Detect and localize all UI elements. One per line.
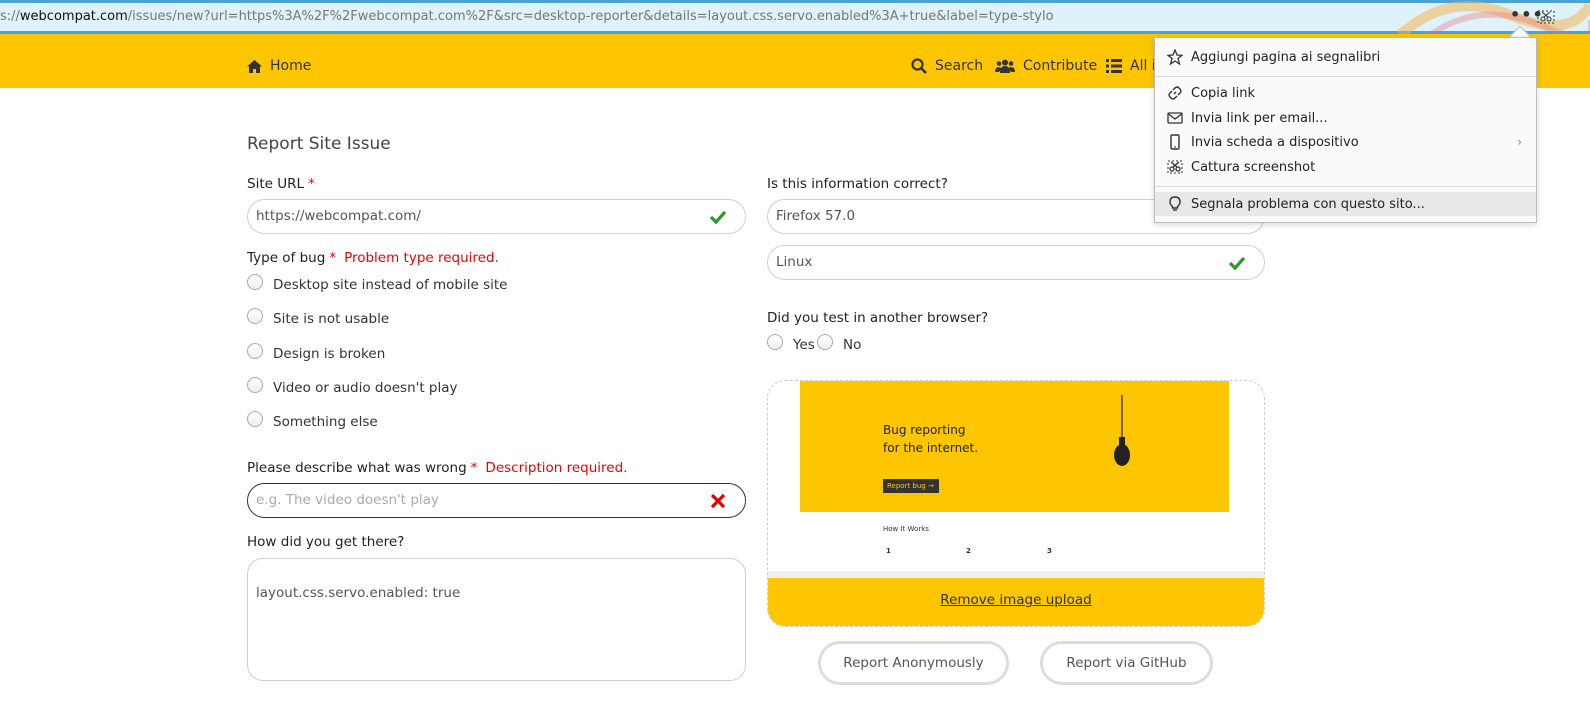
screenshot-hero: Bug reporting for the internet. Report bu… [800, 381, 1229, 512]
nav-home[interactable]: Home [247, 58, 311, 74]
site-url-input[interactable]: https://webcompat.com/ [247, 199, 746, 234]
browser-url-bar[interactable]: s://webcompat.com/issues/new?url=https%3… [0, 0, 1590, 35]
scissors-icon [1167, 160, 1183, 174]
screenshot-step-3: 3 [1047, 547, 1052, 555]
device-icon [1170, 134, 1180, 150]
menu-item-bookmark[interactable]: Aggiungi pagina ai segnalibri [1155, 45, 1536, 69]
screenshot-how-title: How It Works [883, 525, 929, 533]
screenshot-step-1: 1 [886, 547, 891, 555]
info-label: Is this information correct? [767, 176, 948, 192]
nav-issues-label: All i [1130, 58, 1156, 74]
lightbulb-illustration [1114, 395, 1130, 466]
menu-separator [1155, 186, 1536, 187]
link-icon [1168, 86, 1182, 100]
bug-type-option[interactable]: Site is not usable [247, 308, 389, 327]
remove-upload-link[interactable]: Remove image upload [768, 578, 1264, 626]
screenshot-report-button: Report bug → [883, 479, 939, 493]
tested-label: Did you test in another browser? [767, 310, 989, 326]
menu-item-report-site[interactable]: Segnala problema con questo sito... [1155, 192, 1536, 216]
list-icon [1106, 59, 1122, 73]
nav-search[interactable]: Search [911, 58, 983, 74]
bug-type-label: Type of bug * Problem type required. [247, 250, 499, 266]
describe-input[interactable]: e.g. The video doesn't play [247, 483, 746, 518]
radio-button[interactable] [817, 334, 833, 350]
describe-label: Please describe what was wrong * Descripti… [247, 460, 628, 476]
search-icon [911, 58, 927, 74]
menu-item-send-tab[interactable]: Invia scheda a dispositivo › [1155, 130, 1536, 154]
radio-button[interactable] [767, 334, 783, 350]
lightbulb-icon [1169, 196, 1181, 211]
bug-type-option[interactable]: Desktop site instead of mobile site [247, 274, 507, 293]
url-text[interactable]: s://webcompat.com/issues/new?url=https%3… [0, 9, 1054, 24]
star-icon [1167, 49, 1183, 65]
site-url-label: Site URL * [247, 176, 315, 192]
bug-type-option[interactable]: Design is broken [247, 343, 385, 362]
screenshot-icon[interactable] [1537, 10, 1555, 24]
nav-home-label: Home [270, 58, 312, 74]
bug-type-option[interactable]: Something else [247, 411, 378, 430]
chevron-right-icon: › [1517, 135, 1522, 149]
nav-contribute[interactable]: Contribute [995, 58, 1097, 74]
image-upload-preview: Bug reporting for the internet. Report bu… [767, 380, 1265, 627]
tested-yes-option[interactable]: Yes [767, 334, 815, 353]
report-github-button[interactable]: Report via GitHub [1040, 641, 1213, 685]
menu-item-screenshot[interactable]: Cattura screenshot [1155, 155, 1536, 179]
menu-item-email-link[interactable]: Invia link per email... [1155, 106, 1536, 130]
check-icon [1228, 256, 1246, 271]
uploaded-screenshot: Bug reporting for the internet. Report bu… [768, 381, 1264, 578]
screenshot-step-2: 2 [966, 547, 971, 555]
users-icon [995, 59, 1015, 73]
home-icon [247, 59, 262, 73]
os-input[interactable]: Linux [767, 245, 1265, 280]
bug-type-option[interactable]: Video or audio doesn't play [247, 377, 458, 396]
nav-search-label: Search [935, 58, 984, 74]
menu-separator [1155, 76, 1536, 77]
nav-issues[interactable]: All i [1106, 58, 1156, 74]
nav-contribute-label: Contribute [1023, 58, 1098, 74]
screenshot-bottom-bar [768, 571, 1264, 578]
radio-button[interactable] [247, 411, 263, 427]
tested-no-option[interactable]: No [817, 334, 861, 353]
radio-button[interactable] [247, 377, 263, 393]
steps-textarea[interactable]: layout.css.servo.enabled: true [247, 558, 746, 681]
error-x-icon [710, 493, 726, 509]
page-title: Report Site Issue [247, 134, 391, 154]
check-icon [709, 210, 727, 225]
steps-label: How did you get there? [247, 534, 405, 550]
mail-icon [1167, 112, 1183, 124]
radio-button[interactable] [247, 274, 263, 290]
screenshot-tagline: Bug reporting for the internet. [883, 423, 979, 455]
radio-button[interactable] [247, 343, 263, 359]
report-anonymously-button[interactable]: Report Anonymously [818, 641, 1009, 685]
menu-item-copy-link[interactable]: Copia link [1155, 81, 1536, 105]
theme-decoration [1396, 1, 1590, 35]
page-actions-menu: Aggiungi pagina ai segnalibri Copia link… [1154, 37, 1537, 223]
radio-button[interactable] [247, 308, 263, 324]
